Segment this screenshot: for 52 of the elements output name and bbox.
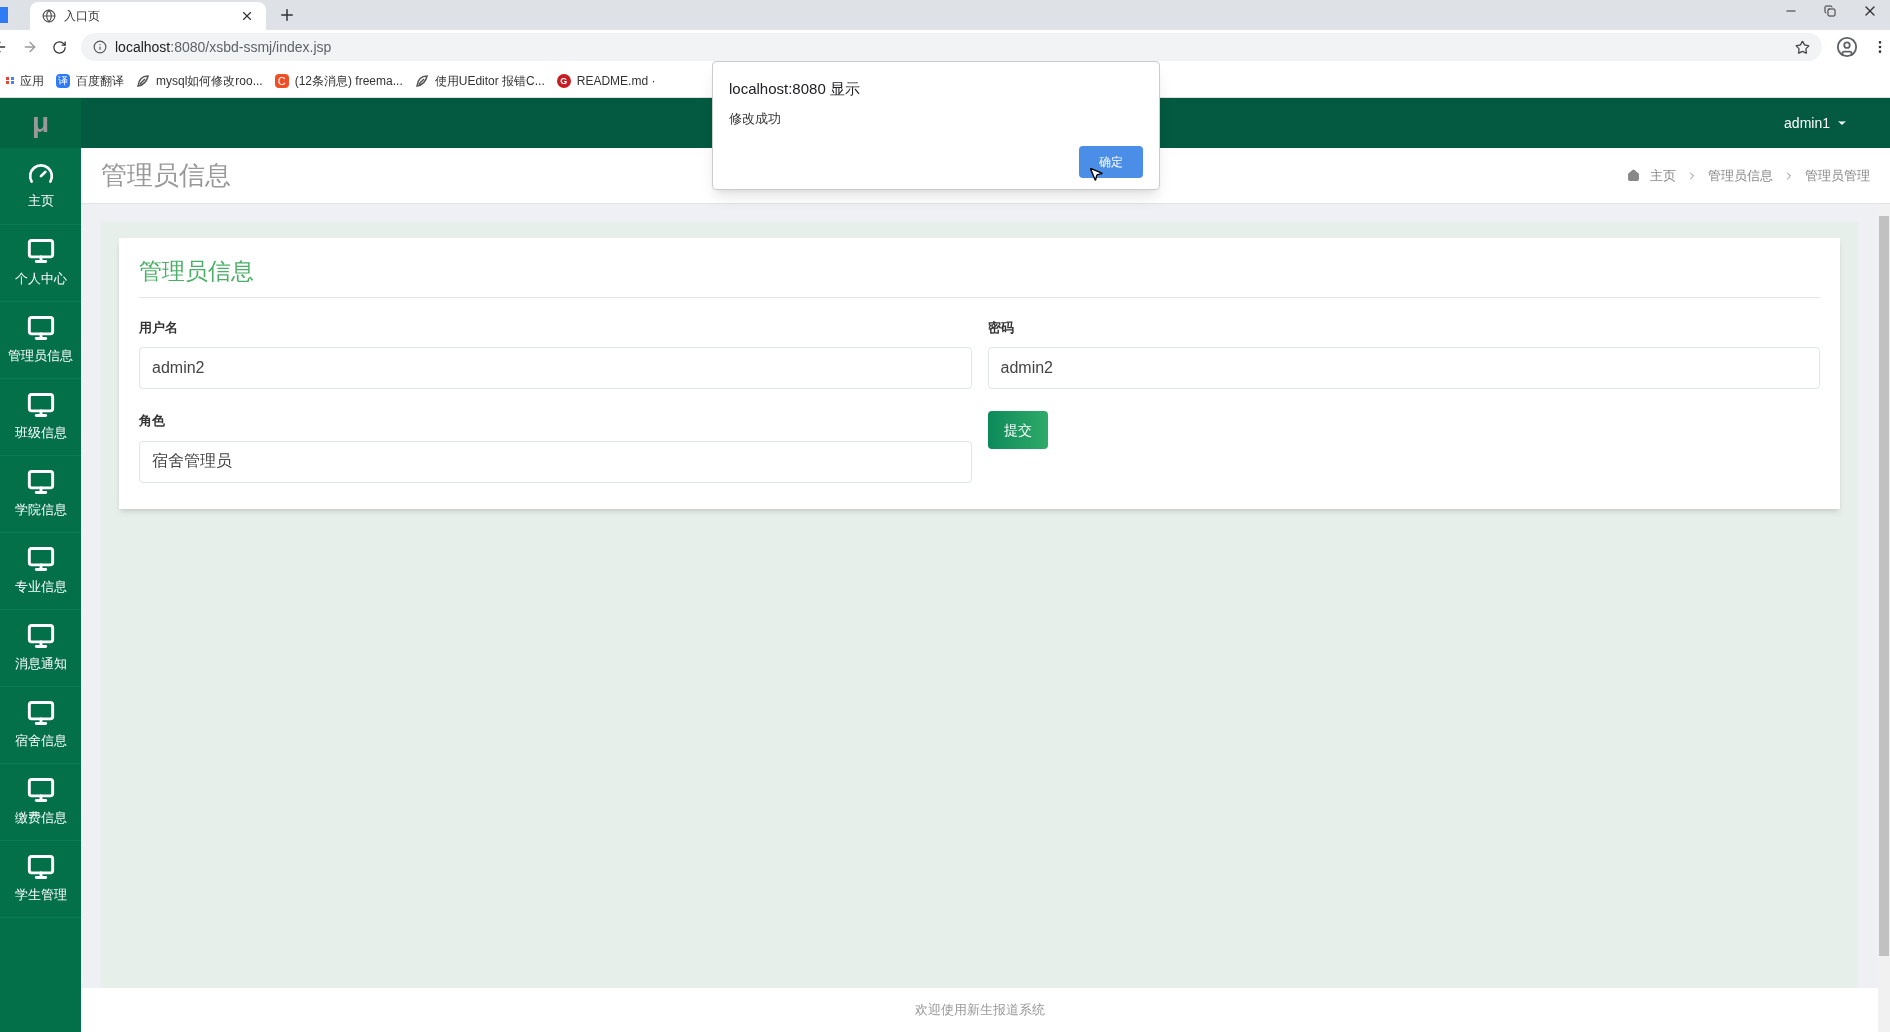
browser-tab[interactable]: 入口页 [30, 2, 266, 30]
monitor-icon [26, 545, 55, 574]
address-field[interactable]: localhost:8080/xsbd-ssmj/index.jsp [81, 33, 1822, 61]
forward-icon[interactable] [22, 39, 38, 55]
ok-button[interactable]: 确定 [1079, 146, 1143, 178]
field-label: 密码 [987, 318, 1015, 337]
input-field[interactable]: admin2 [139, 347, 972, 389]
bookmark-link[interactable]: 使用UEditor 报错C... [434, 71, 545, 90]
close-icon[interactable] [240, 9, 254, 23]
input-field[interactable]: 宿舍管理员 [139, 440, 972, 483]
translate-icon: 译 [56, 73, 70, 88]
monitor-icon [26, 699, 55, 728]
home-icon [1627, 169, 1640, 182]
leaf-icon [414, 73, 429, 88]
bookmark-link[interactable]: (12条消息) freema... [294, 71, 403, 90]
bookmark-link[interactable]: mysql如何修改roo... [156, 71, 263, 90]
breadcrumb-link[interactable]: 管理员管理 [1805, 165, 1870, 186]
logo-icon: C [274, 73, 289, 88]
footer: 欢迎使用新生报道系统 [81, 988, 1878, 1032]
dialog-message: 修改成功 [729, 109, 782, 128]
field-label: 用户名 [139, 318, 179, 337]
leaf-icon [136, 73, 150, 88]
account-icon[interactable] [1836, 36, 1858, 58]
new-tab-icon[interactable] [278, 6, 296, 24]
logo-icon: G [556, 73, 571, 88]
bookmark-star-icon[interactable] [1795, 39, 1810, 55]
field-label: 角色 [139, 412, 166, 430]
monitor-icon [26, 237, 55, 266]
dialog-title: localhost:8080 显示 [729, 79, 861, 99]
card-title: 管理员信息 [139, 254, 1820, 298]
bookmark-link[interactable]: 应用 [20, 71, 44, 90]
apps-icon [6, 77, 14, 84]
reload-icon[interactable] [52, 39, 67, 55]
monitor-icon [26, 468, 55, 497]
page-title: 管理员信息 [101, 159, 231, 192]
monitor-icon [26, 391, 55, 420]
monitor-icon [26, 314, 55, 343]
bookmark-link[interactable]: 百度翻译 [76, 71, 124, 90]
monitor-icon [26, 622, 55, 651]
breadcrumb-link[interactable]: 管理员信息 [1708, 165, 1773, 186]
globe-icon [42, 9, 56, 23]
logo: μ [31, 106, 50, 140]
input-field[interactable]: admin2 [987, 347, 1820, 389]
user-menu[interactable]: admin1 [1784, 112, 1848, 134]
submit-button[interactable]: 提交 [987, 411, 1048, 449]
monitor-icon [26, 776, 55, 805]
breadcrumb-link[interactable]: 主页 [1650, 165, 1676, 186]
bookmark-link[interactable]: README.md · [576, 71, 656, 90]
restore-icon[interactable] [1824, 5, 1836, 17]
info-icon [93, 40, 107, 54]
cursor-icon [1088, 166, 1104, 182]
monitor-icon [26, 853, 55, 882]
